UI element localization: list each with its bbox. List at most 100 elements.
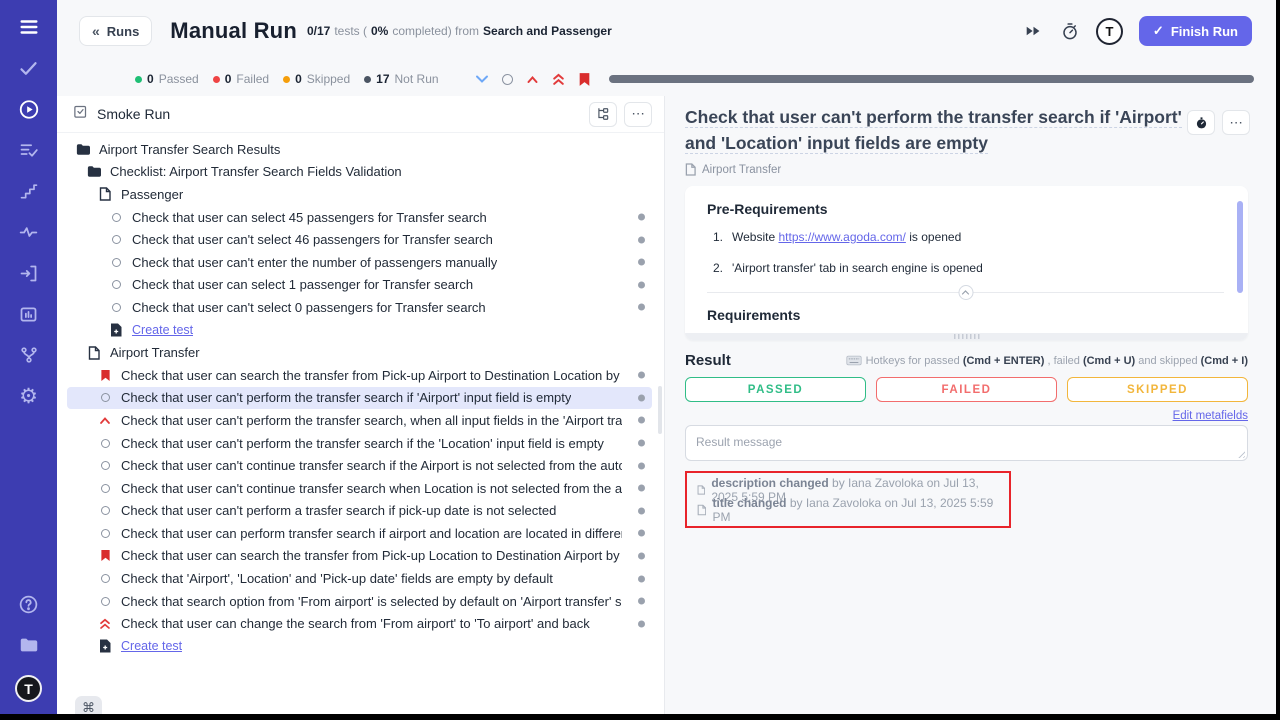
result-status-dot — [638, 440, 645, 447]
test-row[interactable]: Check that user can perform transfer sea… — [57, 522, 664, 545]
workspace-avatar[interactable]: T — [15, 675, 42, 702]
menu-icon[interactable] — [18, 16, 40, 38]
priority-highest-filter-icon[interactable] — [552, 73, 565, 86]
create-test-link[interactable]: Create test — [57, 319, 664, 342]
tree-row-label: Check that user can't select 0 passenger… — [132, 300, 486, 315]
card-resize-handle[interactable] — [685, 333, 1248, 340]
run-progress-bar — [609, 75, 1254, 83]
detail-more-button[interactable]: ⋯ — [1222, 110, 1250, 135]
more-options-button[interactable]: ⋯ — [624, 102, 652, 127]
tree-row-label: Check that user can't select 46 passenge… — [132, 232, 493, 247]
test-title[interactable]: Check that user can't perform the transf… — [685, 104, 1215, 156]
test-row[interactable]: Check that user can search the transfer … — [57, 545, 664, 568]
tree-row-label: Check that user can't perform the transf… — [121, 436, 604, 451]
test-tree: Airport Transfer Search Results Checklis… — [57, 133, 664, 714]
collapse-handle-icon[interactable] — [958, 285, 973, 300]
not-run-status-icon — [101, 393, 110, 402]
test-row[interactable]: Check that search option from 'From airp… — [57, 590, 664, 613]
tree-row-label: Airport Transfer — [110, 345, 200, 360]
passed-button[interactable]: PASSED — [685, 377, 866, 402]
tree-row-label: Airport Transfer Search Results — [99, 142, 280, 157]
test-row[interactable]: Check that user can search the transfer … — [57, 364, 664, 387]
tree-row-label: Create test — [132, 323, 193, 337]
result-status-dot — [638, 598, 645, 605]
legend-failed: 0Failed — [213, 72, 269, 86]
test-plans-icon[interactable] — [18, 139, 40, 161]
fast-forward-icon[interactable] — [1024, 21, 1044, 41]
not-run-status-icon — [101, 484, 110, 493]
finish-run-button[interactable]: ✓ Finish Run — [1139, 16, 1252, 46]
group-structure-button[interactable] — [589, 102, 617, 127]
result-status-dot — [638, 417, 645, 424]
result-status-dot — [638, 236, 645, 243]
blocker-flag-icon — [100, 549, 111, 562]
create-test-link[interactable]: Create test — [57, 635, 664, 658]
progress-row: 0Passed 0Failed 0Skipped 17Not Run — [57, 62, 1276, 96]
import-icon[interactable] — [18, 262, 40, 284]
not-run-filter-icon[interactable] — [502, 74, 513, 85]
document-icon — [88, 346, 100, 360]
back-to-runs-button[interactable]: « Runs — [79, 16, 152, 46]
agoda-link[interactable]: https://www.agoda.com/ — [778, 230, 905, 244]
skipped-button[interactable]: SKIPPED — [1067, 377, 1248, 402]
document-icon — [685, 163, 696, 176]
tree-scrollbar[interactable] — [658, 386, 662, 434]
result-status-dot — [638, 281, 645, 288]
test-row[interactable]: Check that user can select 45 passengers… — [57, 206, 664, 229]
test-row[interactable]: Check that user can't continue transfer … — [57, 454, 664, 477]
doc-row[interactable]: Passenger — [57, 183, 664, 206]
test-row[interactable]: Check that user can't perform the transf… — [57, 409, 664, 432]
page-title: Manual Run — [170, 18, 297, 44]
tree-row-label: Create test — [121, 639, 182, 653]
edit-metafields-link[interactable]: Edit metafields — [1173, 410, 1248, 422]
tree-row-label: Check that user can't continue transfer … — [121, 458, 622, 473]
milestones-icon[interactable] — [18, 180, 40, 202]
failed-button[interactable]: FAILED — [876, 377, 1057, 402]
tree-row-label: Check that user can't perform the transf… — [121, 390, 571, 405]
settings-gear-icon[interactable]: ⚙ — [18, 385, 40, 407]
requirements-heading: Requirements — [707, 307, 1224, 323]
test-row[interactable]: Check that user can change the search fr… — [57, 612, 664, 635]
time-tracking-button[interactable] — [1187, 110, 1215, 135]
not-run-status-icon — [101, 506, 110, 515]
test-row[interactable]: Check that user can't enter the number o… — [57, 251, 664, 274]
tree-row-label: Check that user can't continue transfer … — [121, 481, 622, 496]
help-icon[interactable] — [18, 593, 40, 615]
result-message-input[interactable] — [685, 425, 1248, 461]
result-status-dot — [638, 485, 645, 492]
folder-row[interactable]: Airport Transfer Search Results — [57, 138, 664, 161]
check-icon[interactable] — [18, 57, 40, 79]
change-doc-icon — [697, 504, 706, 516]
result-status-dot — [638, 304, 645, 311]
test-row[interactable]: Check that user can't perform the transf… — [57, 387, 664, 410]
doc-row[interactable]: Airport Transfer — [57, 341, 664, 364]
user-avatar[interactable]: T — [1096, 18, 1123, 45]
test-row[interactable]: Check that user can select 1 passenger f… — [57, 274, 664, 297]
test-row[interactable]: Check that user can't select 46 passenge… — [57, 228, 664, 251]
result-status-dot — [638, 214, 645, 221]
folder-row[interactable]: Checklist: Airport Transfer Search Field… — [57, 161, 664, 184]
run-header: « Runs Manual Run 0/17tests ( 0%complete… — [57, 0, 1276, 62]
blocker-flag-icon — [100, 369, 111, 382]
projects-folder-icon[interactable] — [18, 634, 40, 656]
test-row[interactable]: Check that user can't select 0 passenger… — [57, 296, 664, 319]
section-divider — [707, 292, 1224, 293]
result-status-dot — [638, 620, 645, 627]
branch-icon[interactable] — [18, 344, 40, 366]
test-row[interactable]: Check that user can't continue transfer … — [57, 477, 664, 500]
run-name: Smoke Run — [97, 106, 170, 122]
timer-icon[interactable] — [1060, 21, 1080, 41]
flag-filter-icon[interactable] — [578, 72, 591, 87]
test-row[interactable]: Check that user can't perform the transf… — [57, 432, 664, 455]
test-row[interactable]: Check that 'Airport', 'Location' and 'Pi… — [57, 567, 664, 590]
test-detail-panel: Check that user can't perform the transf… — [665, 96, 1276, 714]
hotkeys-hint: Hotkeys for passed (Cmd + ENTER) , faile… — [846, 355, 1248, 367]
priority-high-filter-icon[interactable] — [526, 75, 539, 84]
chevron-down-icon[interactable] — [475, 74, 489, 84]
card-scrollbar[interactable] — [1237, 201, 1243, 293]
activity-icon[interactable] — [18, 221, 40, 243]
suite-breadcrumb[interactable]: Airport Transfer — [685, 163, 1248, 176]
test-runs-icon[interactable] — [18, 98, 40, 120]
reports-icon[interactable] — [18, 303, 40, 325]
test-row[interactable]: Check that user can't perform a trasfer … — [57, 500, 664, 523]
